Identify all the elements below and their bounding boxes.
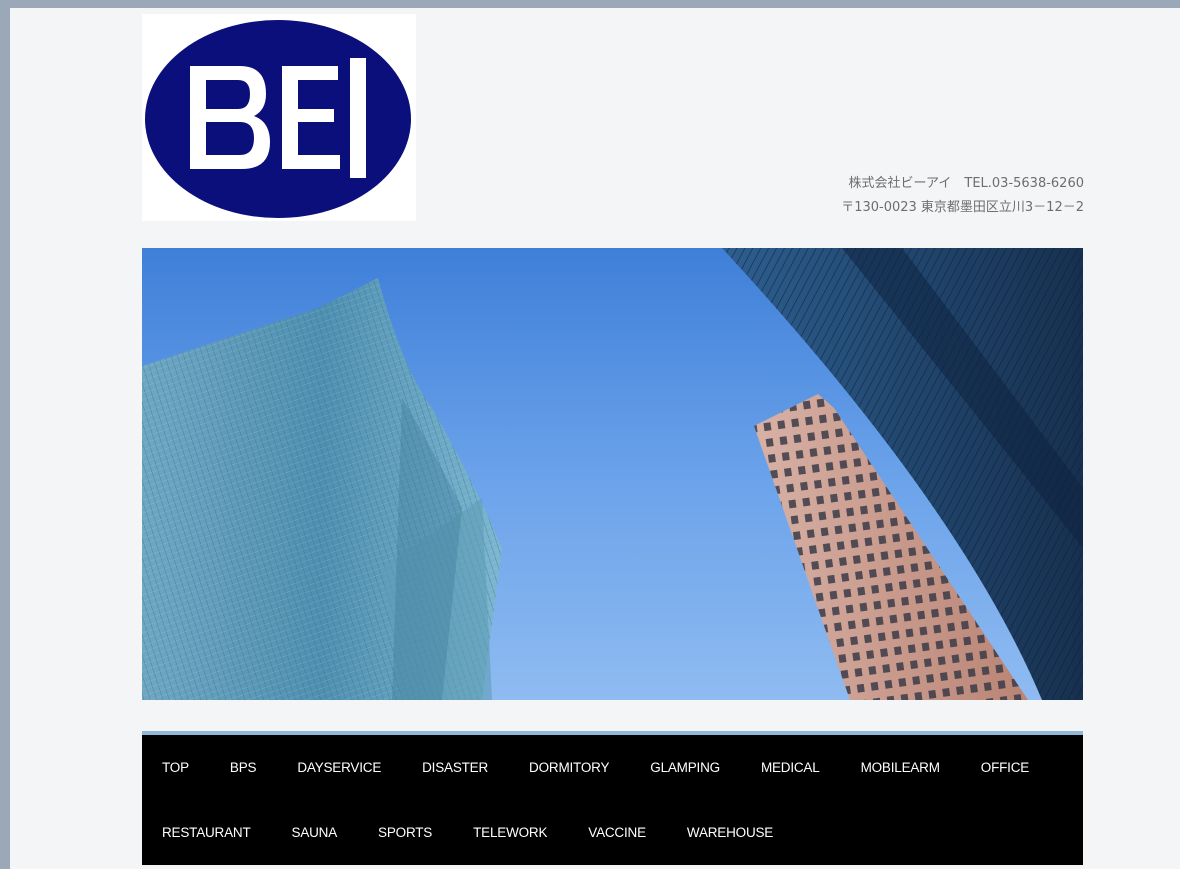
contact-info: 株式会社ビーアイ TEL.03-5638-6260 〒130-0023 東京都墨… — [841, 172, 1084, 220]
nav-item-restaurant[interactable]: RESTAURANT — [154, 825, 259, 840]
nav-item-office[interactable]: OFFICE — [973, 760, 1037, 775]
nav-item-disaster[interactable]: DISASTER — [414, 760, 496, 775]
nav-item-sports[interactable]: SPORTS — [370, 825, 440, 840]
company-phone: 株式会社ビーアイ TEL.03-5638-6260 — [848, 176, 1084, 191]
nav-item-sauna[interactable]: SAUNA — [284, 825, 346, 840]
nav-row-1: TOP BPS DAYSERVICE DISASTER DORMITORY GL… — [154, 735, 1071, 800]
nav-item-glamping[interactable]: GLAMPING — [642, 760, 728, 775]
nav-item-dayservice[interactable]: DAYSERVICE — [289, 760, 389, 775]
nav-item-mobilearm[interactable]: MOBILEARM — [853, 760, 948, 775]
nav-item-vaccine[interactable]: VACCINE — [580, 825, 654, 840]
nav-item-top[interactable]: TOP — [154, 760, 197, 775]
nav-item-bps[interactable]: BPS — [222, 760, 264, 775]
nav-item-warehouse[interactable]: WAREHOUSE — [679, 825, 781, 840]
nav-item-medical[interactable]: MEDICAL — [753, 760, 828, 775]
company-logo[interactable] — [142, 14, 416, 221]
nav-row-2: RESTAURANT SAUNA SPORTS TELEWORK VACCINE… — [154, 800, 1071, 865]
nav-item-dormitory[interactable]: DORMITORY — [521, 760, 617, 775]
page: 株式会社ビーアイ TEL.03-5638-6260 〒130-0023 東京都墨… — [10, 8, 1180, 869]
main-nav: TOP BPS DAYSERVICE DISASTER DORMITORY GL… — [142, 731, 1083, 865]
hero-image — [142, 248, 1083, 700]
address: 〒130-0023 東京都墨田区立川3－12－2 — [841, 200, 1084, 215]
nav-item-telework[interactable]: TELEWORK — [465, 825, 555, 840]
